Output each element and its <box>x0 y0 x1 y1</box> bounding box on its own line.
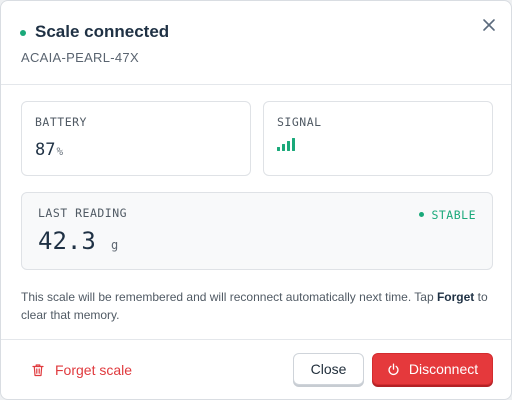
stable-badge: STABLE <box>419 208 476 222</box>
note-text-before: This scale will be remembered and will r… <box>21 290 437 304</box>
dialog-header: Scale connected ACAIA-PEARL-47X <box>1 1 511 85</box>
signal-card: SIGNAL <box>263 101 493 176</box>
battery-value: 87% <box>35 140 63 160</box>
disconnect-button-label: Disconnect <box>408 361 479 377</box>
disconnect-button[interactable]: Disconnect <box>372 353 493 385</box>
trash-icon <box>32 364 44 377</box>
close-button[interactable]: Close <box>293 353 364 385</box>
battery-unit: % <box>56 145 64 158</box>
battery-percent: 87 <box>35 140 56 160</box>
signal-label: SIGNAL <box>277 115 322 129</box>
connected-status-dot <box>20 30 26 36</box>
remember-note: This scale will be remembered and will r… <box>21 288 495 324</box>
forget-scale-button[interactable]: Forget scale <box>31 360 132 380</box>
last-reading-card: LAST READING STABLE 42.3 g <box>21 192 493 270</box>
dialog-title: Scale connected <box>35 22 170 41</box>
device-name: ACAIA-PEARL-47X <box>21 50 139 65</box>
signal-bars-icon <box>277 138 295 151</box>
reading-value: 42.3 <box>38 227 96 255</box>
forget-scale-label: Forget scale <box>55 362 133 378</box>
scale-connected-dialog: Scale connected ACAIA-PEARL-47X BATTERY … <box>0 0 512 400</box>
footer-divider <box>1 339 511 340</box>
stable-text: STABLE <box>431 208 476 222</box>
last-reading-label: LAST READING <box>38 206 128 220</box>
forget-link[interactable]: Forget <box>437 290 474 304</box>
battery-label: BATTERY <box>35 115 87 129</box>
power-icon <box>388 362 399 375</box>
close-icon[interactable] <box>479 15 499 35</box>
battery-card: BATTERY 87% <box>21 101 251 176</box>
stable-dot <box>419 212 425 217</box>
reading-unit: g <box>111 238 119 252</box>
close-button-label: Close <box>310 361 347 377</box>
